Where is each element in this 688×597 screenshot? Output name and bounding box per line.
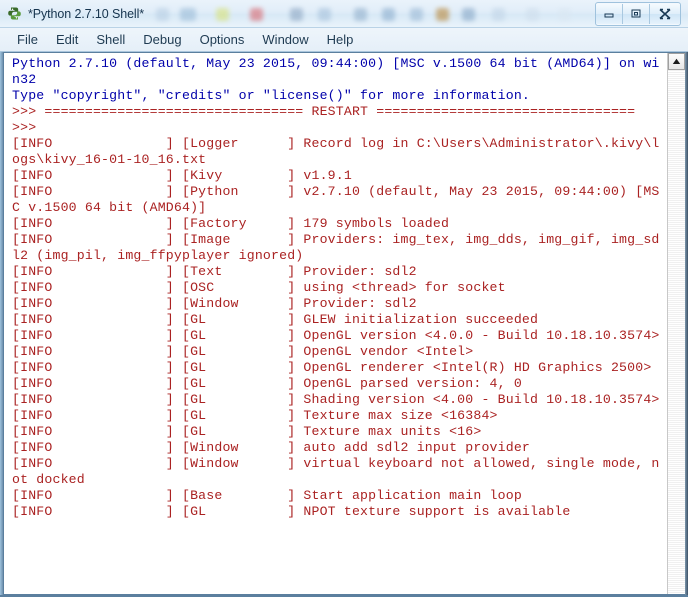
shell-line: [INFO ] [Factory ] 179 symbols loaded: [12, 216, 450, 231]
shell-line: [INFO ] [GL ] Texture max size <16384>: [12, 408, 498, 423]
title-bar[interactable]: *Python 2.7.10 Shell*: [0, 0, 688, 28]
window-frame-left: [0, 52, 3, 597]
shell-line: [INFO ] [Image ] Providers: img_tex, img…: [12, 232, 660, 247]
shell-line: [INFO ] [GL ] OpenGL vendor <Intel>: [12, 344, 474, 359]
shell-text-area[interactable]: Python 2.7.10 (default, May 23 2015, 09:…: [3, 52, 685, 595]
window-title: *Python 2.7.10 Shell*: [28, 6, 145, 21]
minimize-button[interactable]: [596, 3, 623, 24]
shell-line: [INFO ] [GL ] OpenGL parsed version: 4, …: [12, 376, 522, 391]
shell-line: [INFO ] [Base ] Start application main l…: [12, 488, 522, 503]
menu-item-file[interactable]: File: [8, 31, 47, 49]
shell-line: [INFO ] [GL ] NPOT texture support is av…: [12, 504, 571, 519]
shell-line: ot docked: [12, 472, 85, 487]
shell-line: [INFO ] [Kivy ] v1.9.1: [12, 168, 352, 183]
shell-line: ogs\kivy_16-01-10_16.txt: [12, 152, 207, 167]
shell-line: [INFO ] [Window ] Provider: sdl2: [12, 296, 417, 311]
shell-output[interactable]: Python 2.7.10 (default, May 23 2015, 09:…: [4, 53, 667, 594]
shell-line: [INFO ] [Logger ] Record log in C:\Users…: [12, 136, 660, 151]
menu-bar: File Edit Shell Debug Options Window Hel…: [0, 28, 688, 52]
menu-item-options[interactable]: Options: [191, 31, 254, 49]
menu-item-window[interactable]: Window: [253, 31, 317, 49]
scroll-up-arrow-icon[interactable]: [668, 53, 685, 70]
shell-line: n32: [12, 72, 37, 87]
shell-line: [INFO ] [Python ] v2.7.10 (default, May …: [12, 184, 660, 199]
shell-line: Python 2.7.10 (default, May 23 2015, 09:…: [12, 56, 660, 71]
python-shell-window: *Python 2.7.10 Shell* File Edit Shell De…: [0, 0, 688, 597]
vertical-scrollbar[interactable]: [667, 53, 685, 594]
menu-item-debug[interactable]: Debug: [134, 31, 190, 49]
shell-line: >>> ================================ RES…: [12, 104, 636, 119]
shell-line: l2 (img_pil, img_ffpyplayer ignored): [12, 248, 304, 263]
shell-line: [INFO ] [Window ] virtual keyboard not a…: [12, 456, 660, 471]
menu-item-edit[interactable]: Edit: [47, 31, 87, 49]
shell-line: [INFO ] [Text ] Provider: sdl2: [12, 264, 417, 279]
shell-line: [INFO ] [Window ] auto add sdl2 input pr…: [12, 440, 531, 455]
shell-line: [INFO ] [GL ] GLEW initialization succee…: [12, 312, 539, 327]
shell-line: [INFO ] [GL ] OpenGL version <4.0.0 - Bu…: [12, 328, 660, 343]
shell-line: [INFO ] [GL ] Shading version <4.00 - Bu…: [12, 392, 660, 407]
menu-item-help[interactable]: Help: [318, 31, 363, 49]
maximize-button[interactable]: [623, 3, 650, 24]
menu-item-shell[interactable]: Shell: [87, 31, 134, 49]
window-controls[interactable]: [595, 1, 681, 26]
shell-line: C v.1500 64 bit (AMD64)]: [12, 200, 207, 215]
close-button[interactable]: [650, 3, 680, 24]
shell-line: [INFO ] [OSC ] using <thread> for socket: [12, 280, 506, 295]
shell-line: >>>: [12, 120, 45, 135]
shell-line: [INFO ] [GL ] Texture max units <16>: [12, 424, 482, 439]
python-snake-icon: [6, 5, 23, 22]
shell-line: Type "copyright", "credits" or "license(…: [12, 88, 531, 103]
shell-line: [INFO ] [GL ] OpenGL renderer <Intel(R) …: [12, 360, 652, 375]
background-taskbar-icons: [154, 3, 589, 25]
